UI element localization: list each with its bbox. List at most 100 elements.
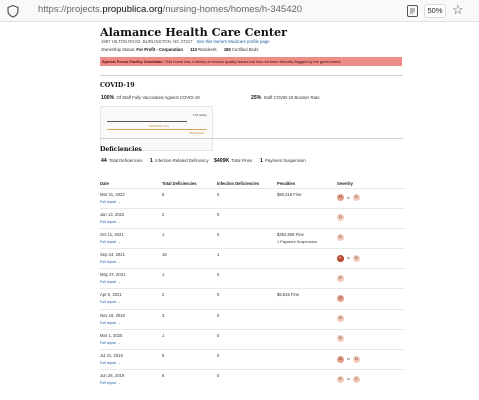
penalties-cell <box>277 348 337 370</box>
severity-to-badge: D <box>353 254 360 262</box>
lock-icon[interactable] <box>6 4 20 18</box>
full-report-link[interactable]: Full report → <box>100 200 162 204</box>
total-deficiencies-cell: 2 <box>162 288 217 310</box>
severity-cell: D <box>337 328 405 350</box>
url-domain: propublica.org <box>102 4 163 15</box>
facility-address: 1987 HILTON ROAD, BURLINGTON, NC 27217 S… <box>101 39 270 44</box>
total-deficiencies-cell: 6 <box>162 348 217 370</box>
payment-suspension-num: 1 <box>260 158 263 164</box>
infection-deficiencies-cell: 0 <box>217 328 277 350</box>
severity-cell: D <box>337 207 405 229</box>
penalties-cell: $352,606 Fine 1 Payment Suspension <box>277 227 337 249</box>
infection-deficiency-stat: 1 Infection-Related Deficiency <box>150 158 209 164</box>
booster-stat: 25% Staff COVID-19 Booster Rate <box>251 95 320 101</box>
total-deficiencies-cell: 6 <box>162 369 217 390</box>
infection-deficiencies-cell: 0 <box>217 227 277 249</box>
penalty-fine: $6,815 Fine <box>277 292 300 298</box>
severity-to-label: to <box>347 377 350 382</box>
full-report-link[interactable]: Full report → <box>100 240 162 244</box>
url-path: /nursing-homes/homes/h-345420 <box>162 4 303 15</box>
full-report-link[interactable]: Full report → <box>100 341 162 345</box>
zoom-level-button[interactable]: 50% <box>424 4 446 18</box>
date-cell: Apr 6, 2021 Full report → <box>100 288 162 310</box>
inspection-date: Nov 18, 2020 <box>100 312 125 318</box>
address-text: 1987 HILTON ROAD, BURLINGTON, NC 27217 <box>101 39 193 44</box>
total-fines-label: Total Fines <box>231 158 253 163</box>
full-report-link[interactable]: Full report → <box>100 260 162 264</box>
infection-deficiencies-cell: 0 <box>217 348 277 370</box>
infection-deficiencies-cell: 0 <box>217 187 277 209</box>
severity-from-badge: H <box>337 194 344 201</box>
penalty-suspension: 1 Payment Suspension <box>277 238 318 244</box>
total-deficiencies-label: Total Deficiencies <box>108 158 143 163</box>
inspection-date: Jul 31, 2019 <box>100 353 123 358</box>
medicare-profile-link[interactable]: See this home's Medicare profile page <box>197 39 270 44</box>
date-cell: May 27, 2021 Full report → <box>100 268 162 289</box>
total-deficiencies-cell: 6 <box>162 187 217 209</box>
col-header-date: Date <box>100 181 109 186</box>
beds-stat: 180 Certified Beds <box>224 47 258 52</box>
vaccination-label: Of Staff Fully Vaccinated Against COVID-… <box>116 95 200 100</box>
full-report-link[interactable]: Full report → <box>100 381 162 385</box>
inspection-date: Apr 6, 2021 <box>100 292 122 298</box>
inspection-date: Mar 1, 2020 <box>100 332 123 338</box>
infection-deficiencies-cell: 0 <box>217 288 277 310</box>
special-focus-alert: Special Focus Facility Candidate: This h… <box>100 57 402 66</box>
severity-cell: E <box>337 268 405 289</box>
total-deficiencies-cell: 1 <box>162 227 217 249</box>
chart-label-facility: This facility <box>193 113 207 117</box>
covid-comparison-chart: This facility NATIONAL AVG STATE AVG <box>100 106 213 151</box>
severity-to-label: to <box>347 256 350 261</box>
col-header-severity: Severity <box>337 181 353 186</box>
deficiencies-heading: Deficiencies <box>100 146 142 153</box>
divider <box>100 75 403 76</box>
address-bar[interactable]: https://projects.propublica.org/nursing-… <box>38 4 302 15</box>
severity-from-badge: D <box>337 375 344 383</box>
date-cell: Jul 31, 2019 Full report → <box>100 348 162 370</box>
penalties-cell <box>277 248 337 269</box>
severity-range: D <box>337 232 405 244</box>
table-row: Nov 18, 2020 Full report → 3 0 D <box>100 308 405 330</box>
penalties-cell <box>277 268 337 289</box>
residents-num: 113 <box>190 47 197 52</box>
bookmark-star-icon[interactable]: ☆ <box>452 3 464 17</box>
total-fines-num: $409K <box>214 158 230 164</box>
infection-deficiency-label: Infection-Related Deficiency <box>155 158 209 163</box>
chart-label-state: STATE AVG <box>189 131 204 135</box>
date-cell: Oct 11, 2021 Full report → <box>100 227 162 249</box>
total-deficiencies-cell: 1 <box>162 268 217 289</box>
severity-range: D <box>337 333 405 345</box>
alert-text: This home has a history of serious quali… <box>164 59 342 64</box>
inspection-date: Mar 31, 2022 <box>100 191 125 197</box>
severity-to-label: to <box>347 195 350 200</box>
infection-deficiencies-cell: 0 <box>217 207 277 229</box>
table-row: Apr 6, 2021 Full report → 2 0 $6,815 Fine G <box>100 288 405 310</box>
severity-to-badge: D <box>353 194 360 201</box>
full-report-link[interactable]: Full report → <box>100 220 162 224</box>
alert-label: Special Focus Facility Candidate: <box>102 59 164 64</box>
total-fines-stat: $409K Total Fines <box>214 158 252 164</box>
inspection-date: Jun 26, 2019 <box>100 373 125 379</box>
total-deficiencies-cell: 2 <box>162 207 217 229</box>
severity-to-badge: D <box>337 214 344 222</box>
full-report-link[interactable]: Full report → <box>100 300 162 304</box>
full-report-link[interactable]: Full report → <box>100 321 162 325</box>
severity-to-badge: D <box>337 335 344 343</box>
severity-range: E <box>337 272 405 284</box>
severity-range: Kto D <box>337 252 405 264</box>
severity-cell: Gto D <box>337 348 405 370</box>
url-prefix: https://projects. <box>38 4 103 15</box>
reader-view-icon[interactable] <box>407 5 418 17</box>
penalties-cell <box>277 207 337 229</box>
severity-cell: D <box>337 227 405 249</box>
table-header-row: Date Total Deficiencies Infection Defici… <box>100 180 405 188</box>
full-report-link[interactable]: Full report → <box>100 280 162 284</box>
full-report-link[interactable]: Full report → <box>100 361 162 365</box>
severity-to-badge: D <box>337 234 344 242</box>
col-header-penalties: Penalties <box>277 181 295 186</box>
ownership-info: Ownership Status: For Profit - Corporati… <box>101 47 258 52</box>
inspection-date: Jan 13, 2022 <box>100 211 125 217</box>
date-cell: Sep 24, 2021 Full report → <box>100 248 162 269</box>
infection-deficiencies-cell: 0 <box>217 308 277 330</box>
infection-deficiencies-cell: 1 <box>217 248 277 269</box>
